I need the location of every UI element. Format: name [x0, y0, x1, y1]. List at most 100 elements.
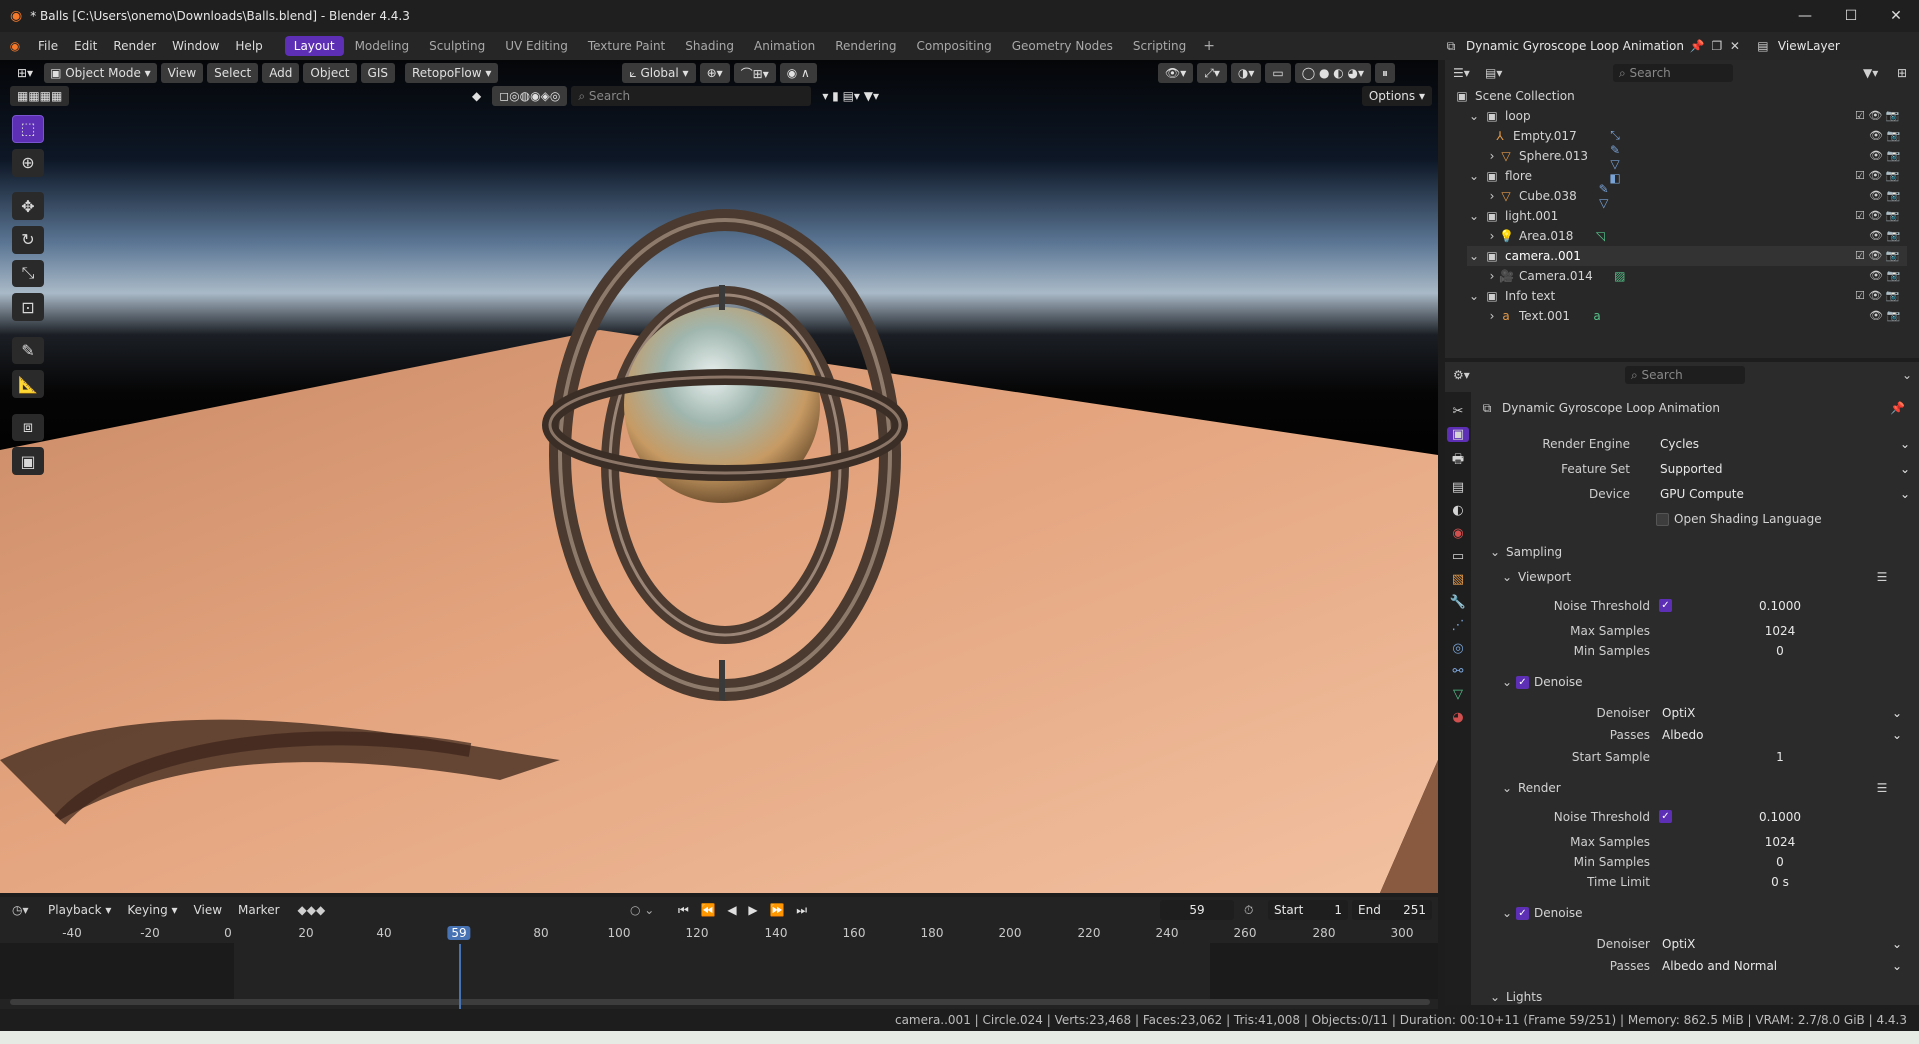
timeline-menu-playback[interactable]: Playback ▾: [40, 903, 119, 917]
tab-texture-paint[interactable]: Texture Paint: [579, 36, 674, 56]
select-box-icon[interactable]: ⬚: [12, 115, 44, 143]
tab-modeling[interactable]: Modeling: [346, 36, 419, 56]
stopwatch-icon[interactable]: ⏱: [1244, 903, 1253, 918]
particles-tab-icon[interactable]: ⋰: [1452, 618, 1465, 633]
render-subpanel-header[interactable]: ⌄ Render ☰: [1500, 778, 1900, 798]
render-tab-icon[interactable]: ▣: [1447, 427, 1469, 442]
tool-tab-icon[interactable]: ✂: [1453, 404, 1464, 419]
outliner-row-sphere[interactable]: › ▽ Sphere.013 ⤡ ✎ ▽ ◧: [1485, 128, 1907, 185]
output-tab-icon[interactable]: 🖶: [1452, 450, 1464, 472]
render-engine-select[interactable]: Cycles ⌄: [1660, 434, 1910, 454]
data-tab-icon[interactable]: ▽: [1453, 687, 1463, 702]
visibility-toggles[interactable]: 👁 📷: [1855, 146, 1915, 166]
viewport-menu-view[interactable]: View: [160, 63, 204, 83]
outliner-display-mode-icon[interactable]: ▤▾: [1485, 66, 1502, 80]
gizmo-icon[interactable]: ⤢▾: [1197, 63, 1227, 83]
outliner-row-scene-collection[interactable]: ▣ Scene Collection: [1455, 86, 1905, 106]
timeline-editor-icon[interactable]: ◷▾: [12, 903, 29, 917]
keyframe-icon[interactable]: ◆◆◆: [298, 903, 326, 917]
transform-orientation-select[interactable]: ⟀ Global ▾: [622, 63, 696, 83]
modifier-tab-icon[interactable]: 🔧: [1450, 595, 1466, 610]
outliner-row-flore[interactable]: ⌄ ▣ flore: [1467, 166, 1907, 186]
tab-uv-editing[interactable]: UV Editing: [496, 36, 577, 56]
outliner-row-camera[interactable]: › 🎥 Camera.014 ▨: [1485, 266, 1907, 286]
viewport-subpanel-header[interactable]: ⌄ Viewport ☰: [1500, 567, 1900, 587]
expand-icon[interactable]: ›: [1485, 229, 1499, 243]
snap-target-icon[interactable]: ◆: [465, 86, 488, 106]
scene-tab-icon[interactable]: ◐: [1452, 503, 1463, 518]
mode-select[interactable]: ▣ Object Mode ▾: [44, 63, 157, 83]
overlay-icon[interactable]: ◑▾: [1230, 63, 1262, 83]
r-max-samples-field[interactable]: 1024: [1680, 832, 1880, 852]
new-scene-icon[interactable]: ❐: [1710, 39, 1724, 53]
object-tab-icon[interactable]: ▧: [1452, 572, 1464, 587]
viewlayer-icon[interactable]: ▤: [1756, 39, 1770, 53]
retopoflow-tool-icon[interactable]: ▣: [12, 447, 44, 475]
blender-menu-icon[interactable]: ◉: [0, 39, 30, 53]
visibility-toggles[interactable]: ☑ 👁 📷: [1855, 106, 1915, 126]
scene-icon[interactable]: ⧉: [1444, 39, 1458, 54]
retopoflow-menu[interactable]: RetopoFlow ▾: [404, 63, 499, 83]
menu-help[interactable]: Help: [227, 39, 270, 53]
timeline-menu-keying[interactable]: Keying ▾: [119, 903, 185, 917]
minimize-button[interactable]: —: [1782, 0, 1828, 32]
visibility-toggles[interactable]: ☑ 👁 📷: [1855, 246, 1915, 266]
r-noise-threshold-checkbox[interactable]: ✓: [1659, 810, 1672, 823]
list-icon[interactable]: ☰: [1875, 781, 1889, 795]
xray-icon[interactable]: ▭: [1265, 63, 1291, 83]
options-button[interactable]: Options ▾: [1361, 86, 1432, 106]
rotate-icon[interactable]: ↻: [12, 225, 44, 254]
vp-denoise-subpanel-header[interactable]: ⌄ ✓ Denoise: [1500, 672, 1900, 692]
expand-icon[interactable]: ⌄: [1467, 209, 1481, 223]
tab-animation[interactable]: Animation: [745, 36, 824, 56]
tab-shading[interactable]: Shading: [676, 36, 743, 56]
shading-modes-icon[interactable]: ◯ ● ◐ ◕▾: [1294, 63, 1372, 83]
world-tab-icon[interactable]: ◉: [1452, 526, 1463, 541]
delete-scene-icon[interactable]: ✕: [1728, 39, 1742, 53]
properties-search-field[interactable]: ⌕ Search: [1625, 366, 1745, 384]
scene-name[interactable]: Dynamic Gyroscope Loop Animation: [1466, 39, 1684, 53]
osl-checkbox[interactable]: [1656, 512, 1669, 526]
outliner-row-cube[interactable]: › ▽ Cube.038 ✎ ▽: [1485, 182, 1907, 210]
expand-icon[interactable]: ⌄: [1467, 169, 1481, 183]
list-icon[interactable]: ☰: [1875, 570, 1889, 584]
expand-icon[interactable]: ⌄: [1467, 249, 1481, 263]
playhead-frame-label[interactable]: 59: [447, 926, 471, 940]
new-collection-icon[interactable]: ⊞: [1895, 66, 1909, 80]
current-frame-field[interactable]: 59: [1160, 900, 1234, 920]
editor-type-icon[interactable]: ⊞▾: [10, 63, 40, 83]
pin-icon[interactable]: 📌: [1690, 39, 1705, 53]
timeline[interactable]: ◷▾ Playback ▾ Keying ▾ View Marker ◆◆◆ ○…: [0, 897, 1438, 1009]
chevron-down-icon[interactable]: ⌄: [1900, 368, 1914, 382]
auto-keying-icon[interactable]: ○ ⌄: [630, 903, 654, 917]
viewport-menu-object[interactable]: Object: [303, 63, 357, 83]
material-tab-icon[interactable]: ◕: [1452, 710, 1463, 725]
r-denoise-subpanel-header[interactable]: ⌄ ✓ Denoise: [1500, 903, 1900, 923]
viewport-search-field[interactable]: ⌕ Search: [571, 86, 812, 106]
pivot-point-icon[interactable]: ⊕▾: [699, 63, 730, 83]
end-frame-field[interactable]: End 251: [1352, 900, 1432, 920]
outliner-search-field[interactable]: ⌕ Search: [1613, 64, 1733, 82]
add-cube-icon[interactable]: ⧈: [12, 413, 44, 442]
playback-controls-icon[interactable]: ⏮ ⏪ ◀ ▶ ⏩ ⏭: [678, 903, 811, 918]
vp-denoise-checkbox[interactable]: ✓: [1516, 675, 1529, 689]
3d-viewport[interactable]: [0, 60, 1438, 893]
viewport-menu-gis[interactable]: GIS: [360, 63, 395, 83]
scale-icon[interactable]: ⤡: [12, 259, 44, 288]
visibility-toggles[interactable]: ☑ 👁 📷: [1855, 206, 1915, 226]
constraints-tab-icon[interactable]: ⚯: [1453, 664, 1464, 679]
feature-set-select[interactable]: Supported ⌄: [1660, 459, 1910, 479]
expand-icon[interactable]: ›: [1485, 189, 1499, 203]
proportional-editing-icon[interactable]: ◉ ∧: [779, 63, 817, 83]
sampling-panel-header[interactable]: ⌄ Sampling: [1488, 542, 1898, 562]
outliner-row-loop[interactable]: ⌄ ▣ loop: [1467, 106, 1907, 126]
vp-noise-threshold-field[interactable]: 0.1000: [1680, 596, 1880, 616]
outliner-row-info-text[interactable]: ⌄ ▣ Info text: [1467, 286, 1907, 306]
annotate-icon[interactable]: ✎: [12, 336, 44, 365]
timeline-scrollbar[interactable]: [10, 999, 1430, 1005]
physics-tab-icon[interactable]: ◎: [1452, 641, 1463, 656]
expand-icon[interactable]: ›: [1485, 269, 1499, 283]
timeline-menu-view[interactable]: View: [186, 903, 230, 917]
r-denoiser-select[interactable]: OptiX ⌄: [1662, 934, 1902, 954]
osl-checkbox-row[interactable]: Open Shading Language: [1656, 509, 1906, 529]
